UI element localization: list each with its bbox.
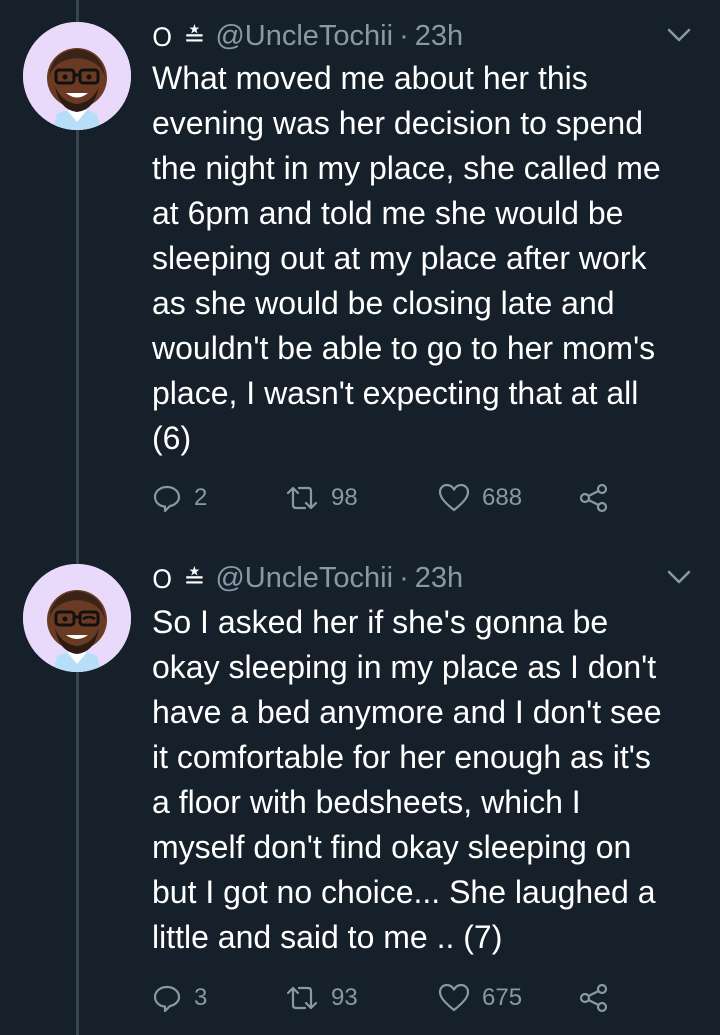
chevron-down-icon[interactable] bbox=[664, 20, 694, 50]
like-count: 688 bbox=[482, 484, 523, 511]
retweet-button[interactable]: 98 bbox=[285, 478, 358, 518]
avatar-image bbox=[23, 22, 131, 130]
avatar-image bbox=[23, 564, 131, 672]
like-button[interactable]: 675 bbox=[438, 978, 522, 1018]
user-handle[interactable]: @UncleTochii bbox=[215, 562, 393, 595]
tweet-header: ᱛ ≛ @UncleTochii · 23h bbox=[152, 16, 463, 56]
share-icon bbox=[579, 483, 608, 513]
retweet-icon bbox=[286, 986, 318, 1010]
timestamp[interactable]: 23h bbox=[415, 20, 463, 53]
avatar[interactable] bbox=[23, 22, 131, 130]
separator: · bbox=[399, 561, 409, 594]
timestamp[interactable]: 23h bbox=[415, 562, 463, 595]
badge-icons: ᱛ ≛ bbox=[152, 22, 208, 52]
heart-icon bbox=[438, 983, 470, 1012]
reply-count: 3 bbox=[194, 984, 208, 1011]
reply-button[interactable]: 3 bbox=[152, 978, 207, 1018]
badge-icons: ᱛ ≛ bbox=[152, 564, 208, 594]
share-icon bbox=[579, 983, 608, 1013]
chevron-down-icon[interactable] bbox=[664, 562, 694, 592]
tweet[interactable]: ᱛ ≛ @UncleTochii · 23h So I asked her if… bbox=[0, 542, 720, 1035]
reply-count: 2 bbox=[194, 484, 208, 511]
share-button[interactable] bbox=[578, 478, 622, 518]
reply-icon bbox=[153, 985, 181, 1013]
tweet[interactable]: ᱛ ≛ @UncleTochii · 23h What moved me abo… bbox=[0, 0, 720, 540]
reply-button[interactable]: 2 bbox=[152, 478, 207, 518]
tweet-text: So I asked her if she's gonna be okay sl… bbox=[152, 604, 662, 955]
user-handle[interactable]: @UncleTochii bbox=[215, 20, 393, 53]
heart-icon bbox=[438, 483, 470, 512]
like-button[interactable]: 688 bbox=[438, 478, 522, 518]
retweet-icon bbox=[286, 486, 318, 510]
retweet-button[interactable]: 93 bbox=[285, 978, 358, 1018]
tweet-actions: 3 93 675 bbox=[152, 978, 692, 1018]
avatar[interactable] bbox=[23, 564, 131, 672]
reply-icon bbox=[153, 485, 181, 513]
tweet-header: ᱛ ≛ @UncleTochii · 23h bbox=[152, 558, 463, 598]
tweet-text: What moved me about her this evening was… bbox=[152, 60, 661, 456]
separator: · bbox=[399, 19, 409, 52]
like-count: 675 bbox=[482, 984, 523, 1011]
share-button[interactable] bbox=[578, 978, 622, 1018]
retweet-count: 98 bbox=[331, 484, 358, 511]
tweet-actions: 2 98 688 bbox=[152, 478, 692, 518]
retweet-count: 93 bbox=[331, 984, 358, 1011]
